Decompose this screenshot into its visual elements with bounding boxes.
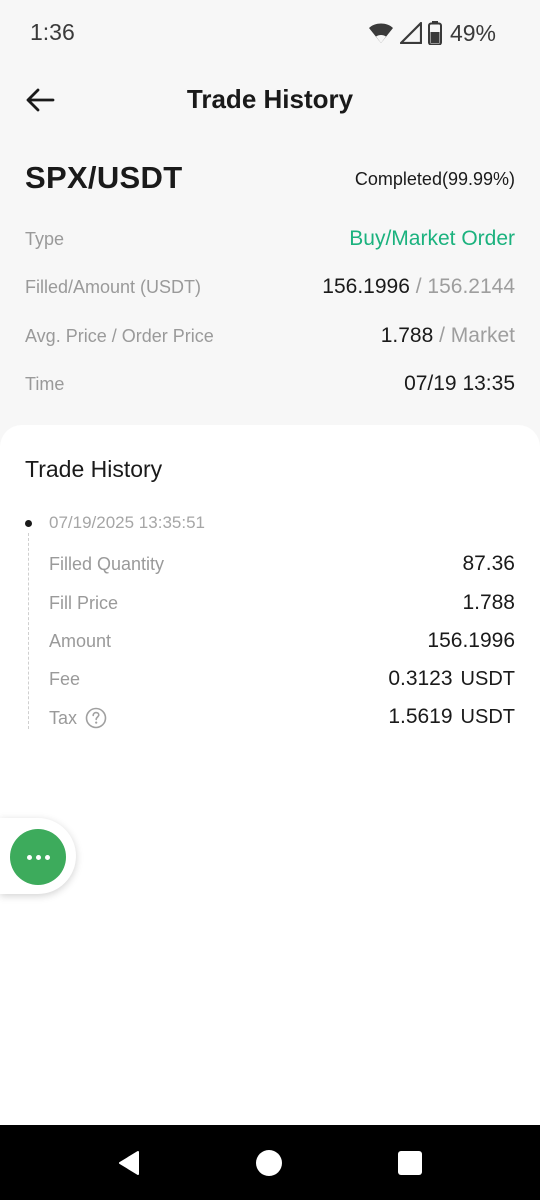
amount-value: 156.1996	[427, 629, 515, 652]
fill-price-label: Fill Price	[49, 593, 119, 613]
type-row: Type Buy/Market Order	[25, 225, 515, 259]
time-value: 07/19 13:35	[404, 372, 515, 395]
time-label: Time	[25, 374, 65, 394]
nav-recents-icon[interactable]	[396, 1149, 424, 1177]
wifi-icon	[368, 23, 393, 43]
page-title: Trade History	[186, 84, 354, 114]
filled-value: 156.1996	[322, 275, 410, 298]
more-options-button[interactable]	[10, 829, 66, 885]
type-label: Type	[25, 229, 65, 249]
status-icons: 49%	[368, 18, 496, 48]
fee-row: Fee 0.3123 USDT	[49, 665, 515, 697]
system-nav-bar	[0, 1125, 540, 1200]
trade-history-card: Trade History 07/19/2025 13:35:51 Filled…	[0, 425, 540, 1125]
more-dots-icon	[35, 854, 41, 860]
fee-value: 0.3123 USDT	[388, 667, 515, 691]
order-status: Completed(99.99%)	[354, 169, 515, 189]
filled-quantity-value: 87.36	[462, 552, 515, 575]
avg-price-value: 1.788	[380, 324, 434, 347]
timeline-dot	[25, 520, 32, 527]
tax-value: 1.5619 USDT	[388, 705, 515, 729]
amount-row: Amount 156.1996	[49, 627, 515, 659]
more-dots-icon	[44, 854, 50, 860]
filled-amount-label: Filled/Amount (USDT)	[25, 277, 202, 297]
tax-row: Tax 1.5619 USDT	[49, 703, 515, 735]
tax-label-group: Tax	[49, 707, 107, 729]
price-label: Avg. Price / Order Price	[25, 326, 214, 346]
more-dots-icon	[26, 854, 32, 860]
type-value: Buy/Market Order	[349, 227, 515, 250]
trading-pair: SPX/USDT	[25, 160, 183, 195]
amount-label: Amount	[49, 631, 112, 651]
fill-price-row: Fill Price 1.788	[49, 589, 515, 621]
timeline-line	[28, 533, 29, 729]
nav-home-icon[interactable]	[255, 1149, 283, 1177]
tax-unit: USDT	[460, 706, 515, 728]
order-amount-value: / 156.2144	[415, 275, 515, 298]
status-time: 1:36	[30, 19, 75, 45]
order-price-value: / Market	[439, 324, 515, 347]
trade-history-title: Trade History	[25, 456, 163, 482]
trade-history-screen: 1:36 49% Trade History SPX/USDT Complete…	[0, 0, 540, 1200]
help-icon[interactable]	[85, 707, 107, 729]
filled-amount-row: Filled/Amount (USDT) 156.1996 / 156.2144	[25, 273, 515, 307]
fee-label: Fee	[49, 669, 81, 689]
battery-percent: 49%	[449, 19, 496, 46]
nav-back-icon[interactable]	[116, 1149, 144, 1177]
price-row: Avg. Price / Order Price 1.788 / Market	[25, 322, 515, 356]
filled-amount-value: 156.1996 / 156.2144	[322, 275, 515, 299]
fee-unit: USDT	[460, 668, 515, 690]
cell-signal-icon	[399, 22, 422, 44]
filled-quantity-label: Filled Quantity	[49, 554, 165, 574]
header: Trade History	[0, 70, 540, 130]
fill-price-value: 1.788	[462, 591, 515, 614]
battery-icon	[427, 21, 442, 45]
filled-quantity-row: Filled Quantity 87.36	[49, 550, 515, 582]
time-row: Time 07/19 13:35	[25, 370, 515, 404]
fee-amount: 0.3123	[388, 667, 453, 690]
status-bar: 1:36 49%	[0, 0, 540, 66]
tax-amount: 1.5619	[388, 705, 453, 728]
price-value: 1.788 / Market	[381, 324, 515, 348]
tax-label: Tax	[49, 707, 78, 728]
fill-timestamp: 07/19/2025 13:35:51	[49, 513, 205, 532]
